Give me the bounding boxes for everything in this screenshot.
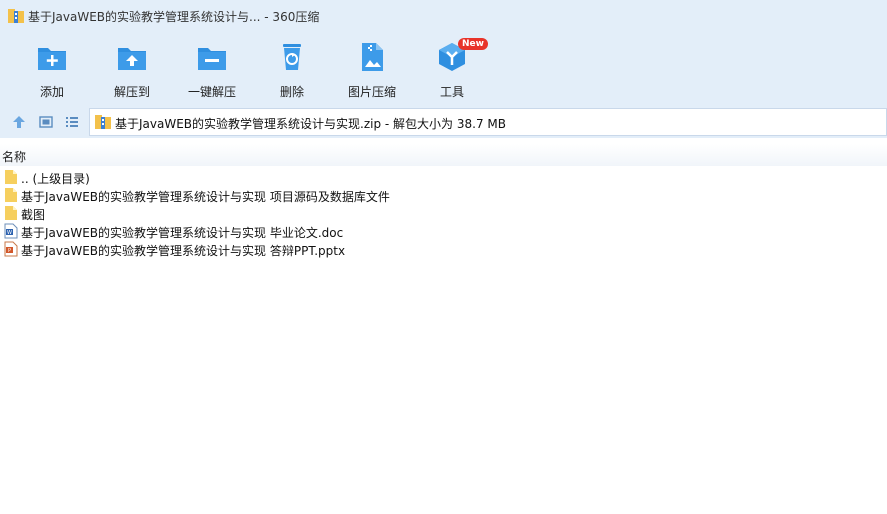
list-item[interactable]: 基于JavaWEB的实验教学管理系统设计与实现 项目源码及数据库文件	[0, 186, 887, 204]
file-name: 截图	[21, 208, 46, 222]
delete-button[interactable]: 删除	[252, 40, 332, 100]
folder-icon	[5, 188, 17, 202]
svg-text:W: W	[7, 230, 12, 236]
file-name: 基于JavaWEB的实验教学管理系统设计与实现 答辩PPT.pptx	[21, 244, 346, 258]
one-click-extract-icon	[198, 48, 226, 70]
extract-to-button[interactable]: 解压到	[92, 40, 172, 100]
up-arrow-icon[interactable]	[12, 115, 26, 129]
list-item[interactable]: .. (上级目录)	[0, 168, 887, 186]
word-doc-icon: W	[4, 223, 18, 239]
recycle-bin-icon	[283, 44, 301, 70]
one-click-extract-label: 一键解压	[187, 85, 236, 99]
toolbar: 添加 解压到 一键解压 删除 图片压缩 New 工具	[0, 34, 887, 106]
thumbnail-view-icon[interactable]	[39, 115, 53, 129]
one-click-extract-button[interactable]: 一键解压	[172, 40, 252, 100]
tools-label: 工具	[439, 85, 464, 99]
tools-button[interactable]: New 工具	[412, 38, 492, 100]
column-header[interactable]: 名称	[0, 144, 887, 166]
file-name: .. (上级目录)	[21, 172, 90, 186]
app-icon	[8, 9, 24, 23]
path-field[interactable]: 基于JavaWEB的实验教学管理系统设计与实现.zip - 解包大小为 38.7…	[89, 108, 887, 136]
list-item[interactable]: P 基于JavaWEB的实验教学管理系统设计与实现 答辩PPT.pptx	[0, 240, 887, 258]
zip-archive-icon	[95, 115, 111, 129]
folder-icon	[5, 206, 17, 220]
list-view-icon[interactable]	[65, 115, 79, 129]
file-name: 基于JavaWEB的实验教学管理系统设计与实现 项目源码及数据库文件	[21, 190, 390, 204]
image-compress-label: 图片压缩	[347, 85, 396, 99]
window-title: 基于JavaWEB的实验教学管理系统设计与... - 360压缩	[28, 10, 320, 24]
extract-to-label: 解压到	[113, 85, 150, 99]
archive-path: 基于JavaWEB的实验教学管理系统设计与实现.zip - 解包大小为 38.7…	[115, 117, 506, 131]
folder-icon	[5, 170, 17, 184]
svg-text:P: P	[8, 248, 11, 254]
add-label: 添加	[39, 85, 64, 99]
extract-to-icon	[118, 48, 146, 70]
address-bar: 基于JavaWEB的实验教学管理系统设计与实现.zip - 解包大小为 38.7…	[0, 106, 887, 138]
add-icon	[38, 48, 66, 70]
ppt-icon: P	[4, 241, 18, 257]
image-compress-icon	[362, 43, 383, 71]
image-compress-button[interactable]: 图片压缩	[332, 40, 412, 100]
add-button[interactable]: 添加	[12, 40, 92, 100]
title-bar: 基于JavaWEB的实验教学管理系统设计与... - 360压缩	[0, 0, 887, 34]
new-badge: New	[458, 38, 488, 50]
delete-label: 删除	[279, 85, 304, 99]
name-column-label: 名称	[2, 150, 27, 164]
file-name: 基于JavaWEB的实验教学管理系统设计与实现 毕业论文.doc	[21, 226, 344, 240]
list-item[interactable]: W 基于JavaWEB的实验教学管理系统设计与实现 毕业论文.doc	[0, 222, 887, 240]
list-item[interactable]: 截图	[0, 204, 887, 222]
